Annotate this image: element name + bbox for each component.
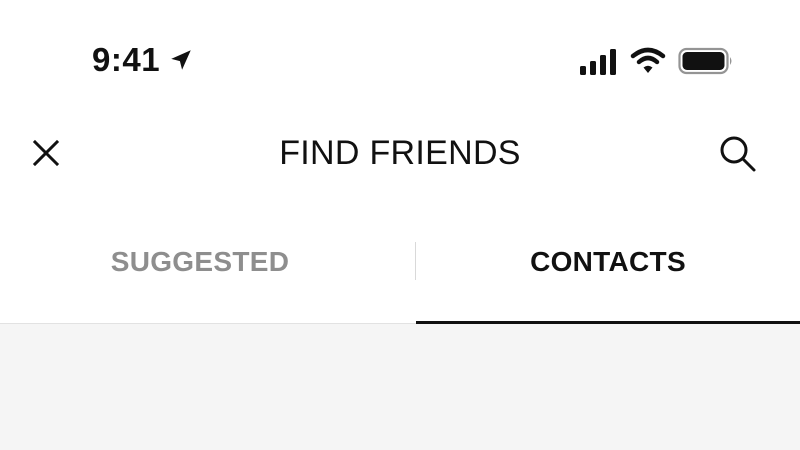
search-button[interactable] <box>714 130 760 176</box>
page-title: FIND FRIENDS <box>279 134 521 172</box>
location-arrow-icon <box>171 50 191 70</box>
tab-suggested-label: SUGGESTED <box>110 245 290 277</box>
wifi-icon <box>630 47 666 73</box>
tab-contacts-label: CONTACTS <box>530 245 686 277</box>
status-time-group: 9:41 <box>92 38 194 82</box>
tab-suggested[interactable]: SUGGESTED <box>0 200 400 323</box>
find-friends-screen: 9:41 FIND FRIENDS SUGGESTED CONTACTS <box>0 0 800 450</box>
cellular-signal-icon <box>580 49 616 75</box>
contacts-content-area <box>0 324 800 450</box>
status-indicators <box>578 44 734 78</box>
battery-icon <box>678 47 732 75</box>
tab-bar: SUGGESTED CONTACTS <box>0 200 800 324</box>
status-bar: 9:41 <box>0 0 800 110</box>
search-icon <box>720 136 756 172</box>
tab-contacts[interactable]: CONTACTS <box>416 200 800 323</box>
status-time: 9:41 <box>92 41 161 78</box>
header: FIND FRIENDS <box>0 110 800 200</box>
